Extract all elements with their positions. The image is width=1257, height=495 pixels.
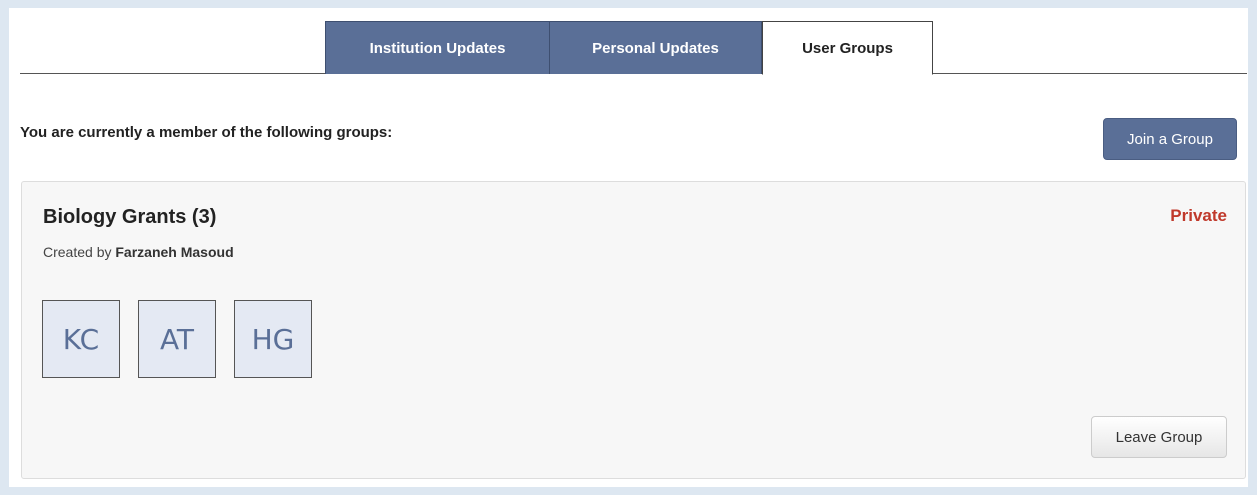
member-list: KC AT HG — [42, 300, 312, 378]
membership-intro-text: You are currently a member of the follow… — [20, 124, 393, 141]
privacy-badge: Private — [1170, 206, 1227, 225]
created-by-label: Created by — [43, 244, 112, 260]
tab-bar: Institution Updates Personal Updates Use… — [20, 21, 1247, 75]
tab-personal-updates[interactable]: Personal Updates — [549, 21, 762, 74]
group-creator: Created by Farzaneh Masoud — [43, 244, 234, 260]
group-card: Biology Grants (3) Private Created by Fa… — [21, 181, 1246, 479]
member-avatar[interactable]: AT — [138, 300, 216, 378]
join-group-button[interactable]: Join a Group — [1103, 118, 1237, 160]
member-avatar[interactable]: HG — [234, 300, 312, 378]
tab-user-groups[interactable]: User Groups — [762, 21, 933, 75]
group-title: Biology Grants (3) — [43, 206, 217, 228]
leave-group-button[interactable]: Leave Group — [1091, 416, 1227, 458]
main-panel: Institution Updates Personal Updates Use… — [9, 8, 1248, 487]
member-avatar[interactable]: KC — [42, 300, 120, 378]
tab-institution-updates[interactable]: Institution Updates — [325, 21, 550, 74]
creator-name: Farzaneh Masoud — [115, 244, 234, 260]
